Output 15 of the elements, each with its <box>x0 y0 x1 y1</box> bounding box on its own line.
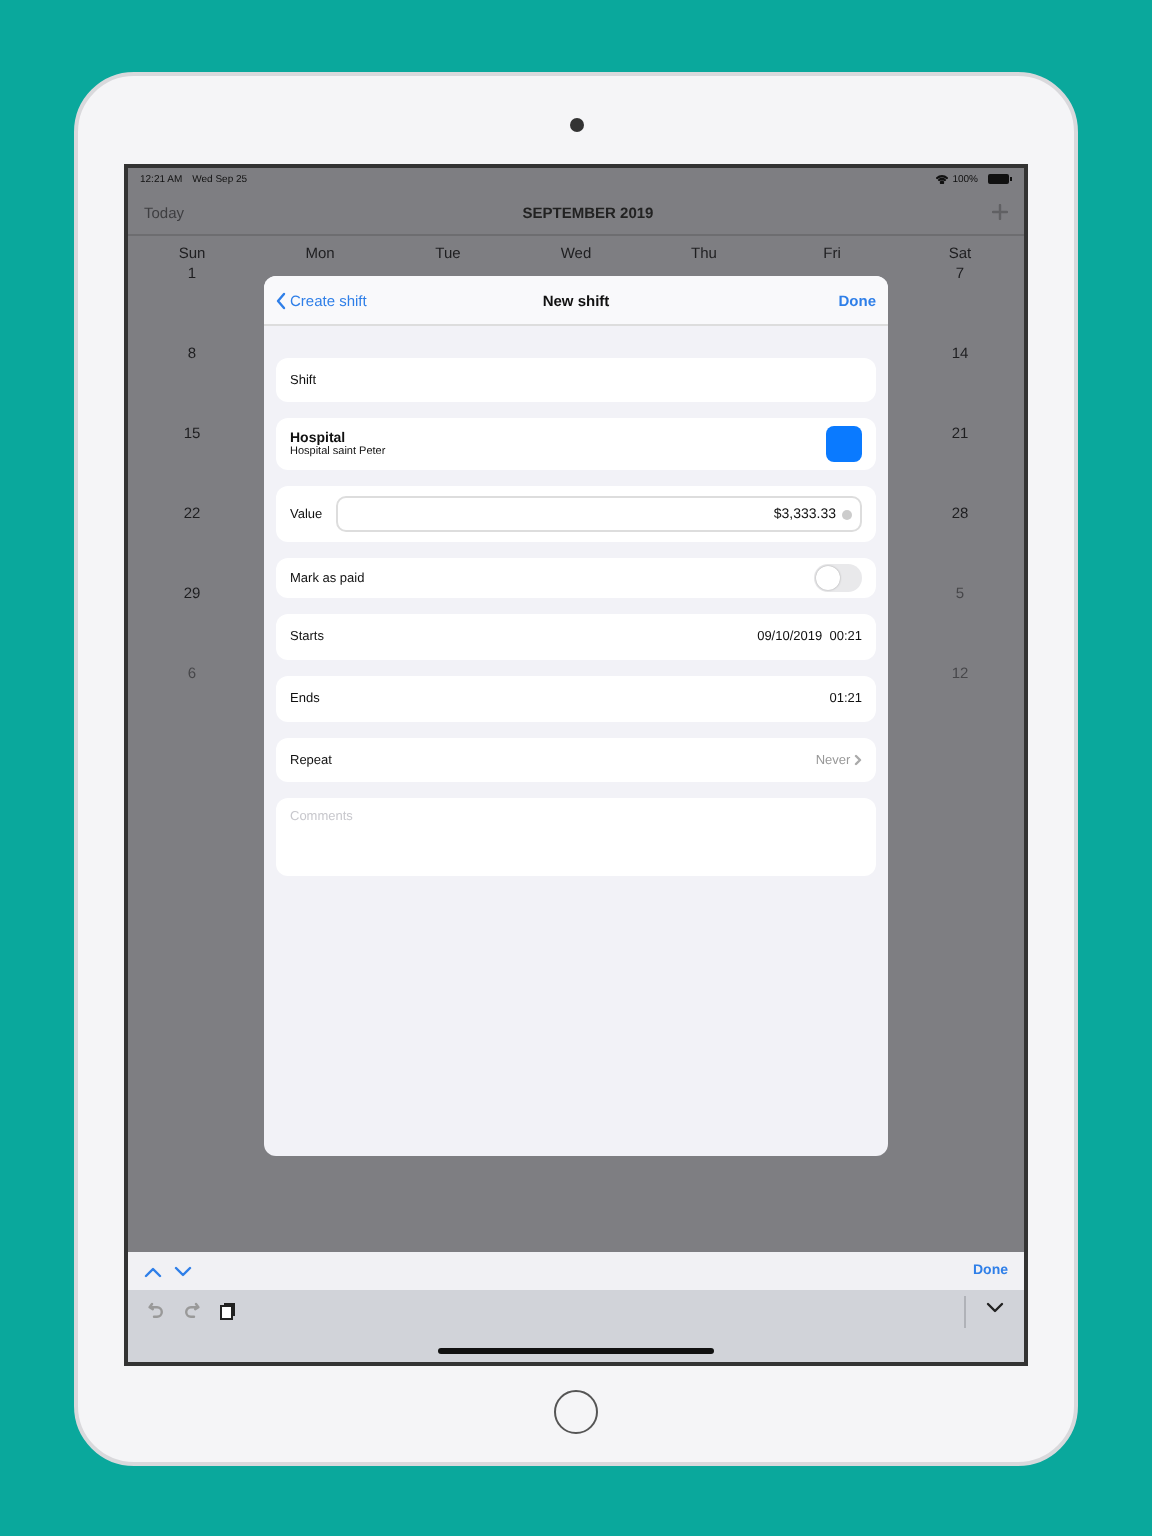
keyboard-dismiss-icon <box>986 1302 1004 1314</box>
chevron-down-icon <box>174 1265 192 1277</box>
toggle-switch[interactable] <box>814 564 862 592</box>
redo-icon <box>184 1302 200 1318</box>
camera-icon <box>569 118 583 132</box>
wifi-icon <box>936 174 949 184</box>
chevron-up-icon <box>144 1265 162 1277</box>
back-icon <box>276 291 286 309</box>
paste-icon[interactable] <box>220 1302 236 1320</box>
color-swatch[interactable] <box>826 426 862 462</box>
home-button[interactable] <box>554 1390 598 1434</box>
undo-icon <box>148 1302 164 1318</box>
battery-icon <box>988 174 1012 184</box>
add-icon <box>992 204 1008 220</box>
chevron-right-icon <box>854 754 862 766</box>
